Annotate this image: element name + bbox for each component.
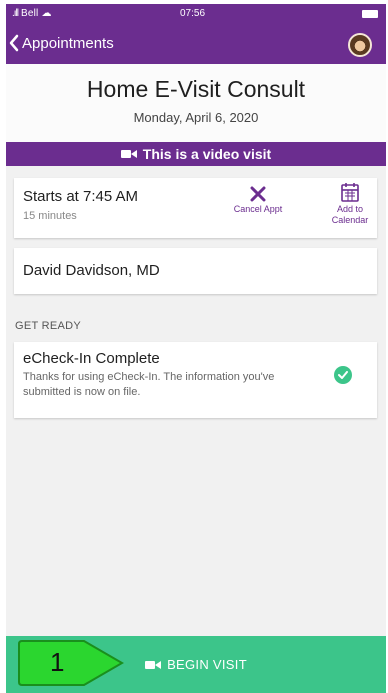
- chevron-left-icon: [9, 34, 19, 52]
- status-time: 07:56: [180, 8, 206, 19]
- echeckin-description: Thanks for using eCheck-In. The informat…: [23, 371, 275, 398]
- back-button[interactable]: Appointments: [8, 34, 114, 52]
- add-to-calendar-button[interactable]: Add to Calendar: [328, 182, 372, 226]
- get-ready-heading: GET READY: [15, 320, 82, 332]
- provider-card[interactable]: David Davidson, MD: [14, 248, 377, 294]
- carrier-label: Bell: [20, 8, 39, 19]
- avatar[interactable]: [348, 33, 372, 57]
- video-banner-label: This is a video visit: [142, 146, 272, 162]
- visit-header: Home E-Visit Consult Monday, April 6, 20…: [6, 64, 386, 142]
- echeckin-card[interactable]: eCheck-In Complete Thanks for using eChe…: [14, 342, 377, 418]
- duration: 15 minutes: [23, 210, 77, 222]
- check-circle-icon: [334, 366, 352, 384]
- provider-name: David Davidson, MD: [23, 262, 160, 279]
- cancel-appt-label: Cancel Appt: [233, 204, 283, 214]
- step-number: 1: [50, 647, 65, 677]
- battery-icon: [362, 10, 378, 18]
- echeckin-title: eCheck-In Complete: [23, 350, 160, 367]
- start-time: Starts at 7:45 AM: [23, 188, 139, 205]
- cancel-appt-button[interactable]: Cancel Appt: [230, 186, 286, 215]
- calendar-icon: [341, 183, 359, 202]
- appointment-card: Starts at 7:45 AM 15 minutes Cancel Appt…: [14, 178, 377, 238]
- video-camera-icon: [120, 150, 137, 158]
- begin-visit-label: BEGIN VISIT: [167, 657, 247, 672]
- status-bar: .ıll Bell ☁ 07:56: [6, 4, 386, 24]
- add-to-calendar-label-1: Add to: [336, 204, 364, 214]
- signal-icon: .ıll: [12, 8, 19, 19]
- checkmark-icon: [338, 371, 348, 379]
- back-label: Appointments: [22, 34, 114, 52]
- nav-bar: Appointments: [6, 28, 386, 64]
- status-carrier: .ıll Bell ☁: [12, 8, 52, 19]
- video-visit-banner: This is a video visit: [6, 142, 386, 166]
- page-title: Home E-Visit Consult: [86, 76, 306, 102]
- wifi-icon: ☁: [41, 8, 52, 19]
- app-header: .ıll Bell ☁ 07:56 Appointments: [6, 4, 386, 64]
- visit-date: Monday, April 6, 2020: [133, 110, 259, 125]
- x-icon: [250, 186, 266, 202]
- content-area: Starts at 7:45 AM 15 minutes Cancel Appt…: [6, 166, 386, 636]
- step-arrow-callout: [18, 640, 124, 686]
- add-to-calendar-label-2: Calendar: [331, 215, 369, 225]
- video-camera-icon: [145, 660, 162, 669]
